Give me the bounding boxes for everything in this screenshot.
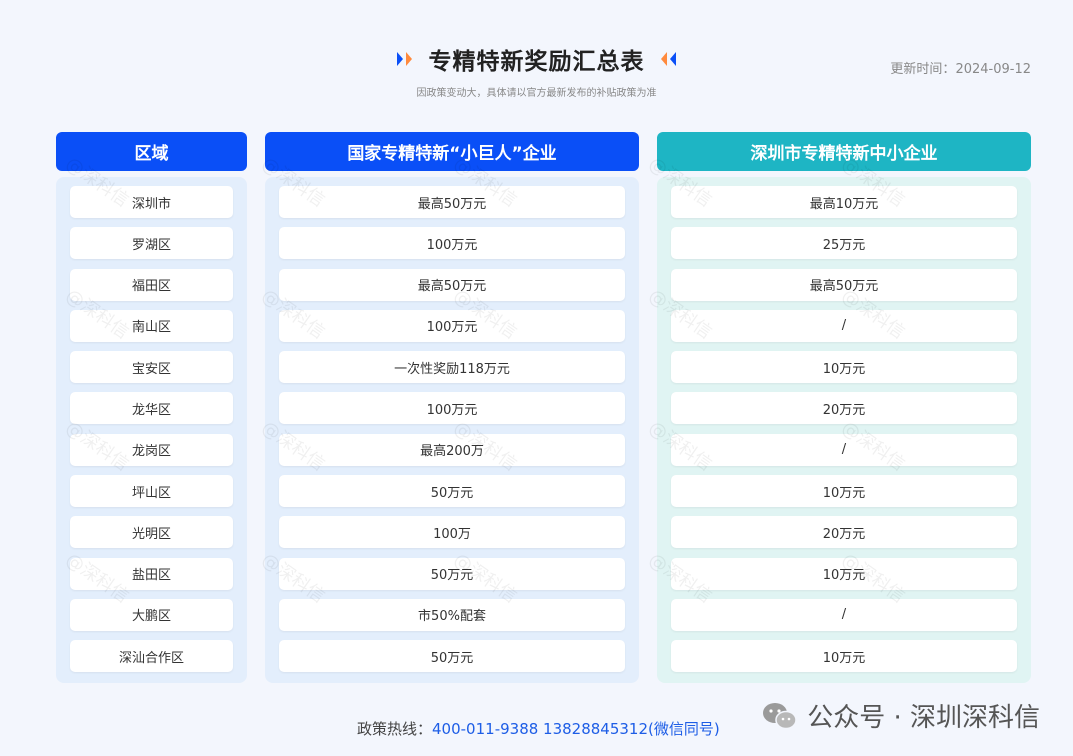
national-reward-cell: 50万元 (279, 640, 625, 673)
column-body-region: 深圳市 罗湖区 福田区 南山区 宝安区 龙华区 龙岗区 坪山区 光明区 盐田区 … (56, 177, 247, 683)
region-cell: 福田区 (70, 268, 233, 301)
hotline-label: 政策热线： (357, 720, 433, 738)
national-reward-cell: 50万元 (279, 475, 625, 508)
shenzhen-reward-cell: / (671, 309, 1017, 342)
column-region: 区域 深圳市 罗湖区 福田区 南山区 宝安区 龙华区 龙岗区 坪山区 光明区 盐… (56, 132, 247, 683)
region-cell: 盐田区 (70, 557, 233, 590)
shenzhen-reward-cell: / (671, 433, 1017, 466)
shenzhen-reward-cell: 20万元 (671, 516, 1017, 549)
shenzhen-reward-cell: 20万元 (671, 392, 1017, 425)
national-reward-cell: 最高200万 (279, 433, 625, 466)
wechat-icon (761, 701, 799, 731)
shenzhen-reward-cell: 10万元 (671, 475, 1017, 508)
region-cell: 深圳市 (70, 186, 233, 218)
region-cell: 龙岗区 (70, 433, 233, 466)
shenzhen-reward-cell: 最高10万元 (671, 186, 1017, 218)
national-reward-cell: 100万 (279, 516, 625, 549)
update-label: 更新时间： (890, 62, 956, 77)
region-cell: 龙华区 (70, 392, 233, 425)
page-header: 专精特新奖励汇总表 因政策变动大，具体请以官方最新发布的补贴政策为准 更新时间：… (0, 0, 1073, 110)
national-reward-cell: 100万元 (279, 227, 625, 260)
region-cell: 宝安区 (70, 351, 233, 384)
region-cell: 大鹏区 (70, 598, 233, 631)
shenzhen-reward-cell: 10万元 (671, 351, 1017, 384)
shenzhen-reward-cell: / (671, 598, 1017, 631)
column-header-national: 国家专精特新“小巨人”企业 (265, 132, 639, 171)
policy-hotline: 政策热线：400-011-9388 13828845312(微信同号) (357, 718, 720, 739)
column-header-region: 区域 (56, 132, 247, 171)
region-cell: 罗湖区 (70, 227, 233, 260)
shenzhen-reward-cell: 最高50万元 (671, 268, 1017, 301)
national-reward-cell: 市50%配套 (279, 598, 625, 631)
shenzhen-reward-cell: 25万元 (671, 227, 1017, 260)
shenzhen-reward-cell: 10万元 (671, 557, 1017, 590)
brand-text: 公众号 · 深圳深科信 (807, 703, 1040, 733)
column-body-shenzhen: 最高10万元 25万元 最高50万元 / 10万元 20万元 / 10万元 20… (657, 177, 1031, 683)
region-cell: 南山区 (70, 309, 233, 342)
national-reward-cell: 最高50万元 (279, 186, 625, 218)
column-national-little-giant: 国家专精特新“小巨人”企业 最高50万元 100万元 最高50万元 100万元 … (265, 132, 639, 683)
page-subtitle: 因政策变动大，具体请以官方最新发布的补贴政策为准 (416, 88, 657, 99)
national-reward-cell: 100万元 (279, 309, 625, 342)
shenzhen-reward-cell: 10万元 (671, 640, 1017, 673)
hotline-number[interactable]: 400-011-9388 13828845312(微信同号) (432, 720, 720, 738)
right-chevron-decoration-icon (657, 49, 679, 69)
column-body-national: 最高50万元 100万元 最高50万元 100万元 一次性奖励118万元 100… (265, 177, 639, 683)
national-reward-cell: 最高50万元 (279, 268, 625, 301)
left-chevron-decoration-icon (395, 49, 417, 69)
column-shenzhen-sme: 深圳市专精特新中小企业 最高10万元 25万元 最高50万元 / 10万元 20… (657, 132, 1031, 683)
page-title: 专精特新奖励汇总表 (428, 49, 645, 75)
region-cell: 坪山区 (70, 475, 233, 508)
official-account-brand: 公众号 · 深圳深科信 (761, 697, 1040, 734)
national-reward-cell: 50万元 (279, 557, 625, 590)
national-reward-cell: 100万元 (279, 392, 625, 425)
region-cell: 光明区 (70, 516, 233, 549)
update-time: 更新时间：2024-09-12 (890, 58, 1031, 77)
national-reward-cell: 一次性奖励118万元 (279, 351, 625, 384)
region-cell: 深汕合作区 (70, 640, 233, 673)
column-header-shenzhen: 深圳市专精特新中小企业 (657, 132, 1031, 171)
update-date: 2024-09-12 (955, 62, 1031, 77)
